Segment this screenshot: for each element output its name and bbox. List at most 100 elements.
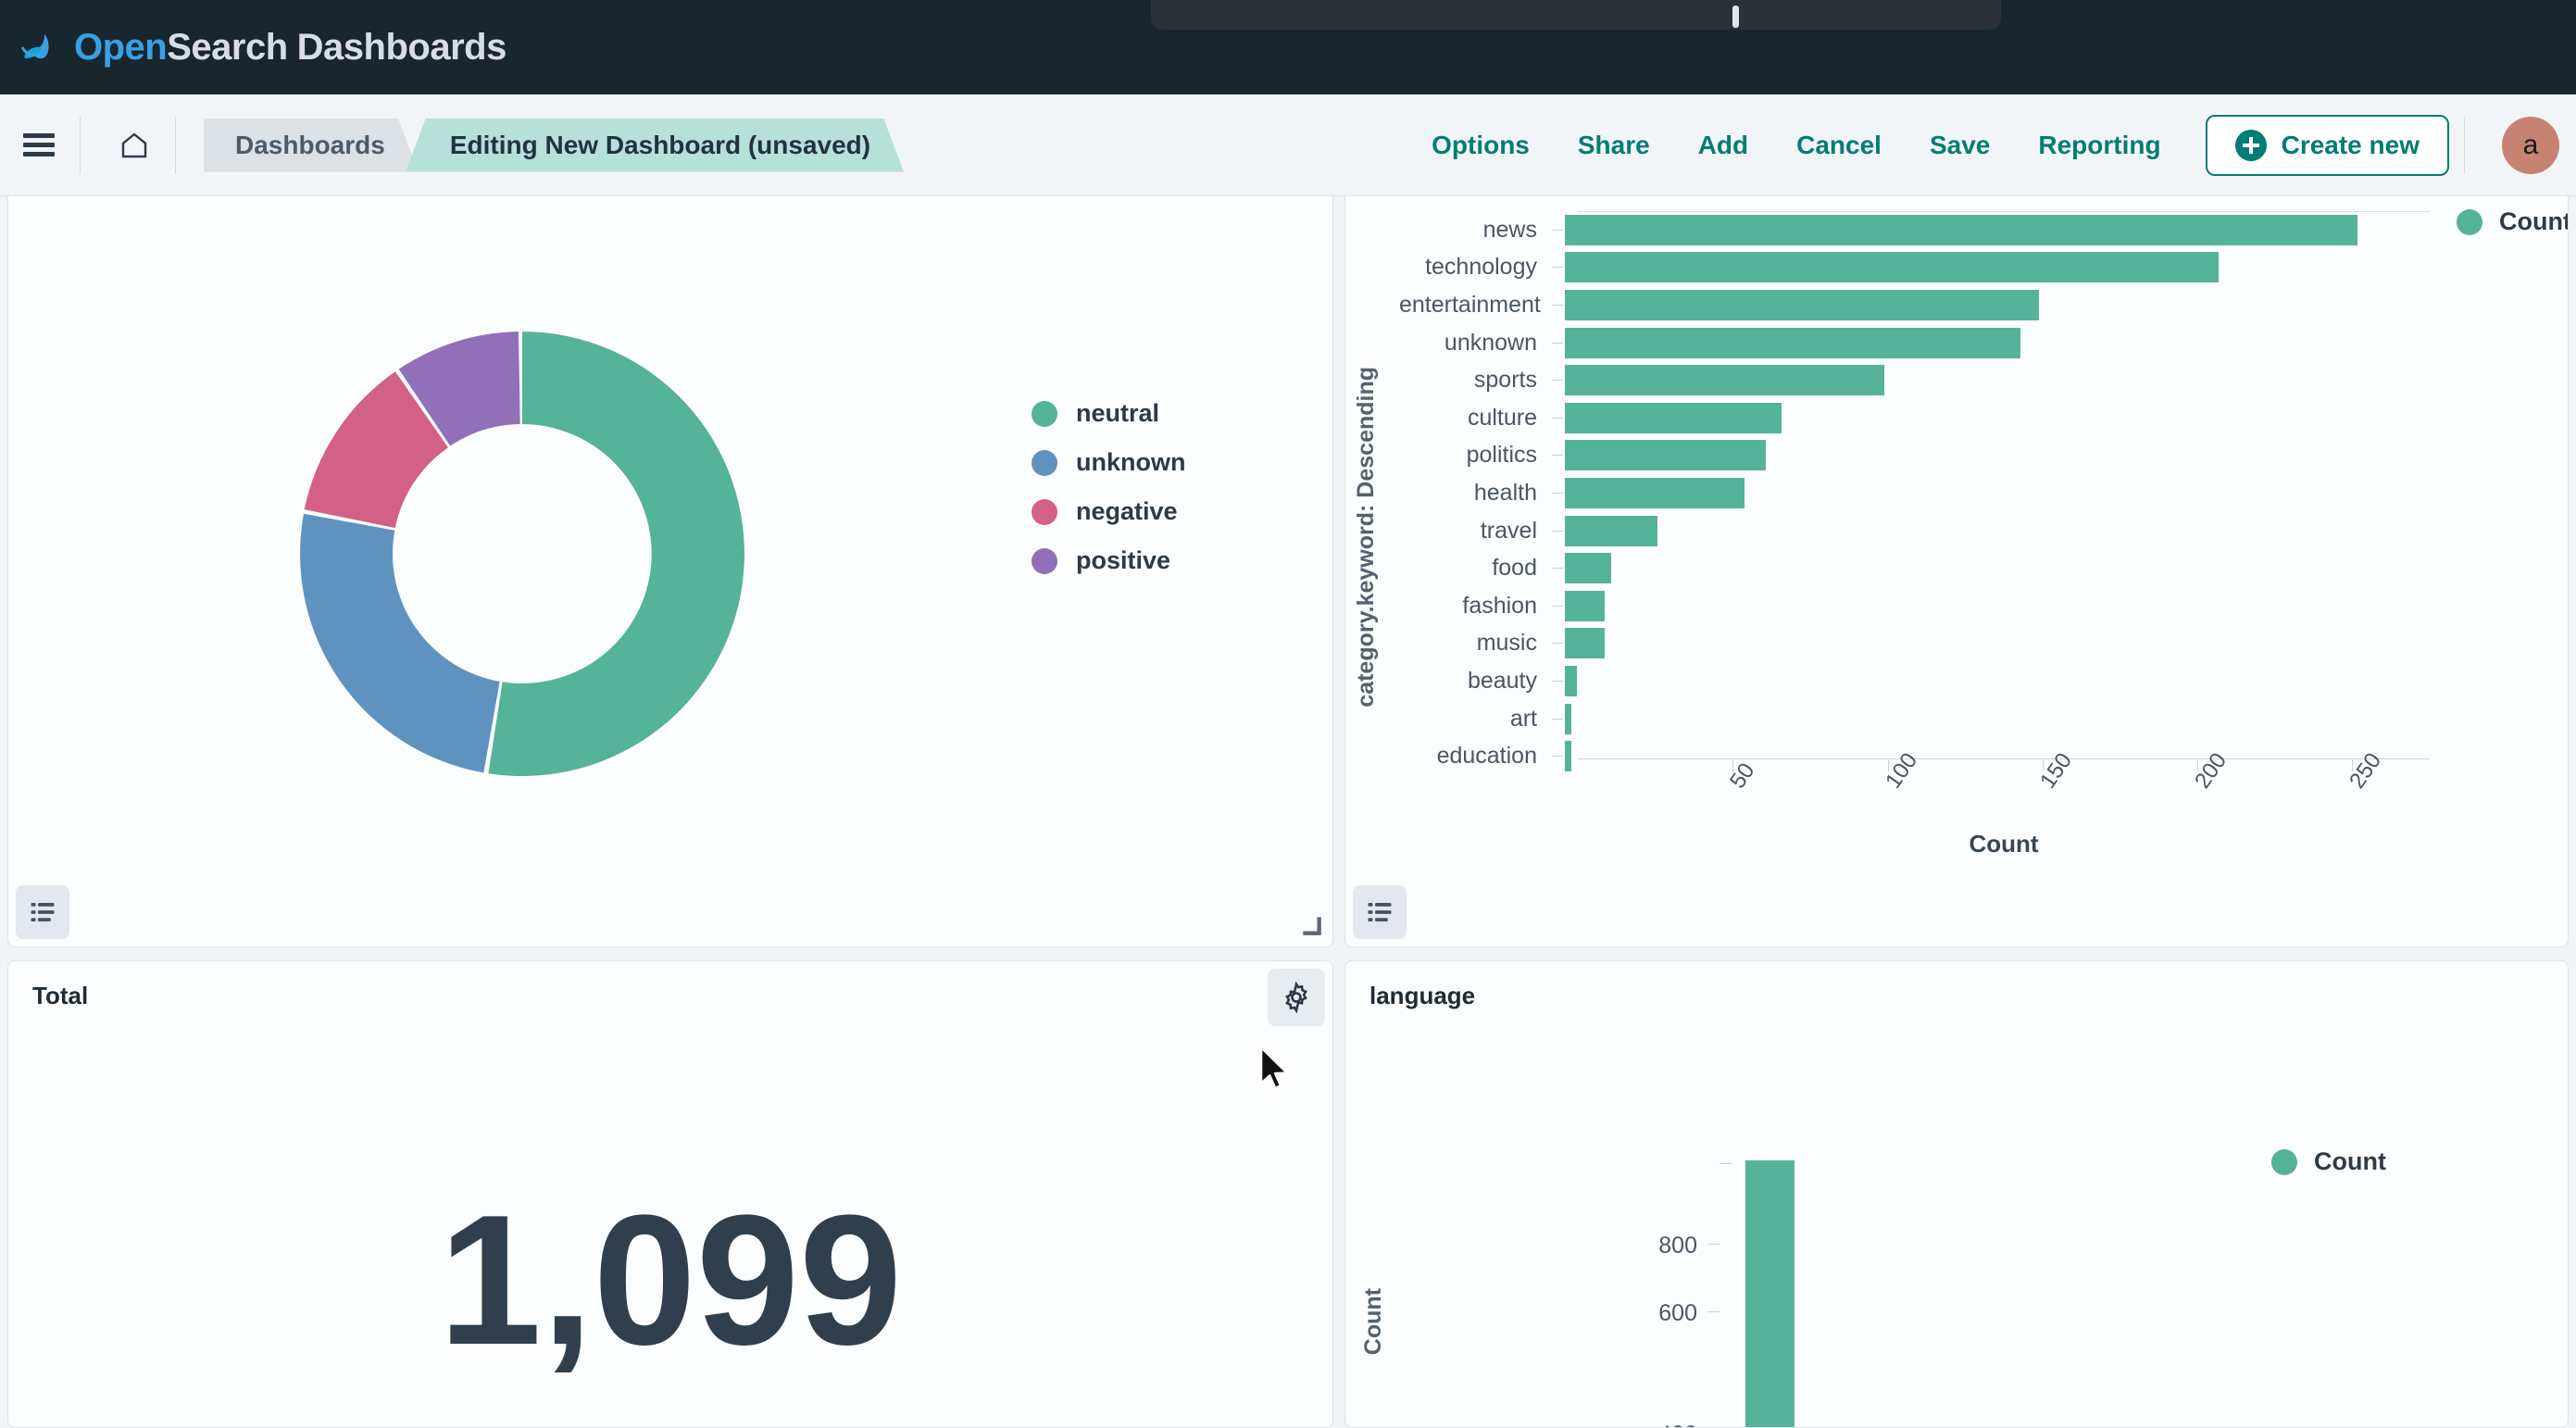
y-tick-mark (1708, 1311, 1719, 1312)
create-new-label: Create new (2282, 131, 2420, 160)
legend-item-count[interactable]: Count (2457, 207, 2569, 236)
recording-toolbar-overlay (1151, 0, 2001, 30)
bar-fill[interactable] (1565, 328, 2020, 358)
category-bar-chart: category.keyword: Descending newstechnol… (1345, 191, 2568, 946)
bar-track (1563, 512, 2510, 550)
bar-row: music (1399, 625, 2510, 663)
cancel-button[interactable]: Cancel (1772, 131, 1906, 160)
legend-label: neutral (1076, 399, 1159, 428)
y-tick-mark (1552, 493, 1563, 494)
bar-fill[interactable] (1565, 741, 1571, 771)
panel-resize-handle[interactable] (1299, 913, 1323, 937)
legend-swatch-icon (1032, 499, 1057, 525)
legend-item-count[interactable]: Count (2271, 1147, 2386, 1176)
bar-category-label: food (1399, 555, 1552, 582)
bar-fill[interactable] (1565, 215, 2357, 245)
legend-item-positive[interactable]: positive (1032, 546, 1185, 575)
home-icon[interactable] (108, 119, 160, 171)
bar-row: art (1399, 700, 2510, 738)
y-tick-mark (1552, 531, 1563, 532)
nav-divider-2 (175, 117, 176, 174)
bar-fill[interactable] (1565, 252, 2219, 282)
bar-fill[interactable] (1565, 365, 1884, 395)
breadcrumb-label: Dashboards (235, 131, 385, 160)
opensearch-logo-icon (17, 25, 61, 69)
bar-fill[interactable] (1565, 516, 1657, 546)
bar-category-label: beauty (1399, 668, 1552, 695)
bar-fill[interactable] (1565, 440, 1766, 470)
panel-title: Total (8, 961, 1332, 1010)
y-tick-label: 800 (1623, 1233, 1697, 1259)
hamburger-menu-icon[interactable] (13, 119, 65, 171)
bar-track (1563, 625, 2510, 663)
bar-track (1563, 286, 2510, 324)
x-axis-title: Count (1578, 830, 2430, 858)
bar-track (1563, 549, 2510, 587)
bar-column[interactable] (1745, 1160, 1794, 1428)
save-button[interactable]: Save (1906, 131, 2014, 160)
options-button[interactable]: Options (1407, 131, 1554, 160)
list-legend-icon (1366, 898, 1394, 926)
y-tick-mark (1552, 343, 1563, 344)
panel-options-button[interactable] (1268, 969, 1325, 1026)
breadcrumb-item-current[interactable]: Editing New Dashboard (unsaved) (406, 119, 904, 172)
legend-swatch-icon (1032, 401, 1057, 427)
bar-row: fashion (1399, 587, 2510, 625)
bar-category-label: music (1399, 630, 1552, 657)
y-tick-label: 600 (1623, 1300, 1697, 1327)
panel-language-bar: language Count 800 600 400 Count (1344, 960, 2569, 1428)
legend-item-neutral[interactable]: neutral (1032, 399, 1185, 428)
legend-label: Count (2314, 1147, 2386, 1176)
donut-chart-svg[interactable] (156, 209, 888, 895)
y-tick-mark (1552, 606, 1563, 607)
bar-fill[interactable] (1565, 591, 1605, 621)
bar-fill[interactable] (1565, 403, 1782, 433)
bar-fill[interactable] (1565, 290, 2039, 320)
add-button[interactable]: Add (1674, 131, 1772, 160)
breadcrumb: Dashboards Editing New Dashboard (unsave… (204, 119, 891, 172)
bar-row: food (1399, 549, 2510, 587)
bar-category-label: art (1399, 706, 1552, 733)
dashboard-nav-bar: Dashboards Editing New Dashboard (unsave… (0, 94, 2576, 196)
bar-row: news (1399, 211, 2510, 249)
dashboard-grid: neutral unknown negative positive (0, 190, 2576, 1428)
y-tick-mark (1552, 230, 1563, 231)
create-new-button[interactable]: Create new (2206, 115, 2449, 176)
opensearch-logo[interactable]: OpenSearchDashboards (17, 25, 506, 69)
bar-row: sports (1399, 361, 2510, 399)
legend-swatch-icon (2457, 209, 2482, 235)
panel-title: language (1345, 961, 2568, 1010)
legend-item-unknown[interactable]: unknown (1032, 448, 1185, 477)
bar-row: beauty (1399, 662, 2510, 700)
bar-track (1563, 211, 2510, 249)
panel-sentiment-donut: neutral unknown negative positive (7, 190, 1333, 947)
x-axis: 50100150200250 (1578, 758, 2430, 759)
legend-item-negative[interactable]: negative (1032, 497, 1185, 526)
bar-category-label: entertainment (1399, 292, 1552, 319)
reporting-button[interactable]: Reporting (2014, 131, 2184, 160)
y-tick-mark (1552, 719, 1563, 720)
x-tick-mark: 250 (2352, 758, 2353, 771)
bar-fill[interactable] (1565, 666, 1577, 696)
avatar[interactable]: a (2502, 117, 2559, 174)
y-tick-label: 400 (1623, 1422, 1697, 1428)
breadcrumb-item-dashboards[interactable]: Dashboards (204, 119, 419, 172)
app-title: OpenSearchDashboards (74, 27, 506, 69)
bar-category-label: sports (1399, 367, 1552, 394)
bar-track (1563, 474, 2510, 512)
bar-fill[interactable] (1565, 704, 1571, 734)
metric-value: 1,099 (8, 1188, 1332, 1373)
breadcrumb-label: Editing New Dashboard (unsaved) (450, 131, 870, 160)
bar-fill[interactable] (1565, 628, 1605, 658)
share-button[interactable]: Share (1554, 131, 1674, 160)
legend-swatch-icon (2271, 1149, 2297, 1175)
bar-fill[interactable] (1565, 553, 1611, 583)
legend-toggle-button[interactable] (16, 885, 69, 939)
bar-track (1563, 700, 2510, 738)
legend-toggle-button[interactable] (1353, 885, 1407, 939)
nav-divider-1 (80, 117, 81, 174)
x-tick-mark: 50 (1732, 758, 1733, 771)
bar-fill[interactable] (1565, 478, 1744, 508)
bar-category-label: unknown (1399, 330, 1552, 357)
panel-category-bar: category.keyword: Descending newstechnol… (1344, 190, 2569, 947)
